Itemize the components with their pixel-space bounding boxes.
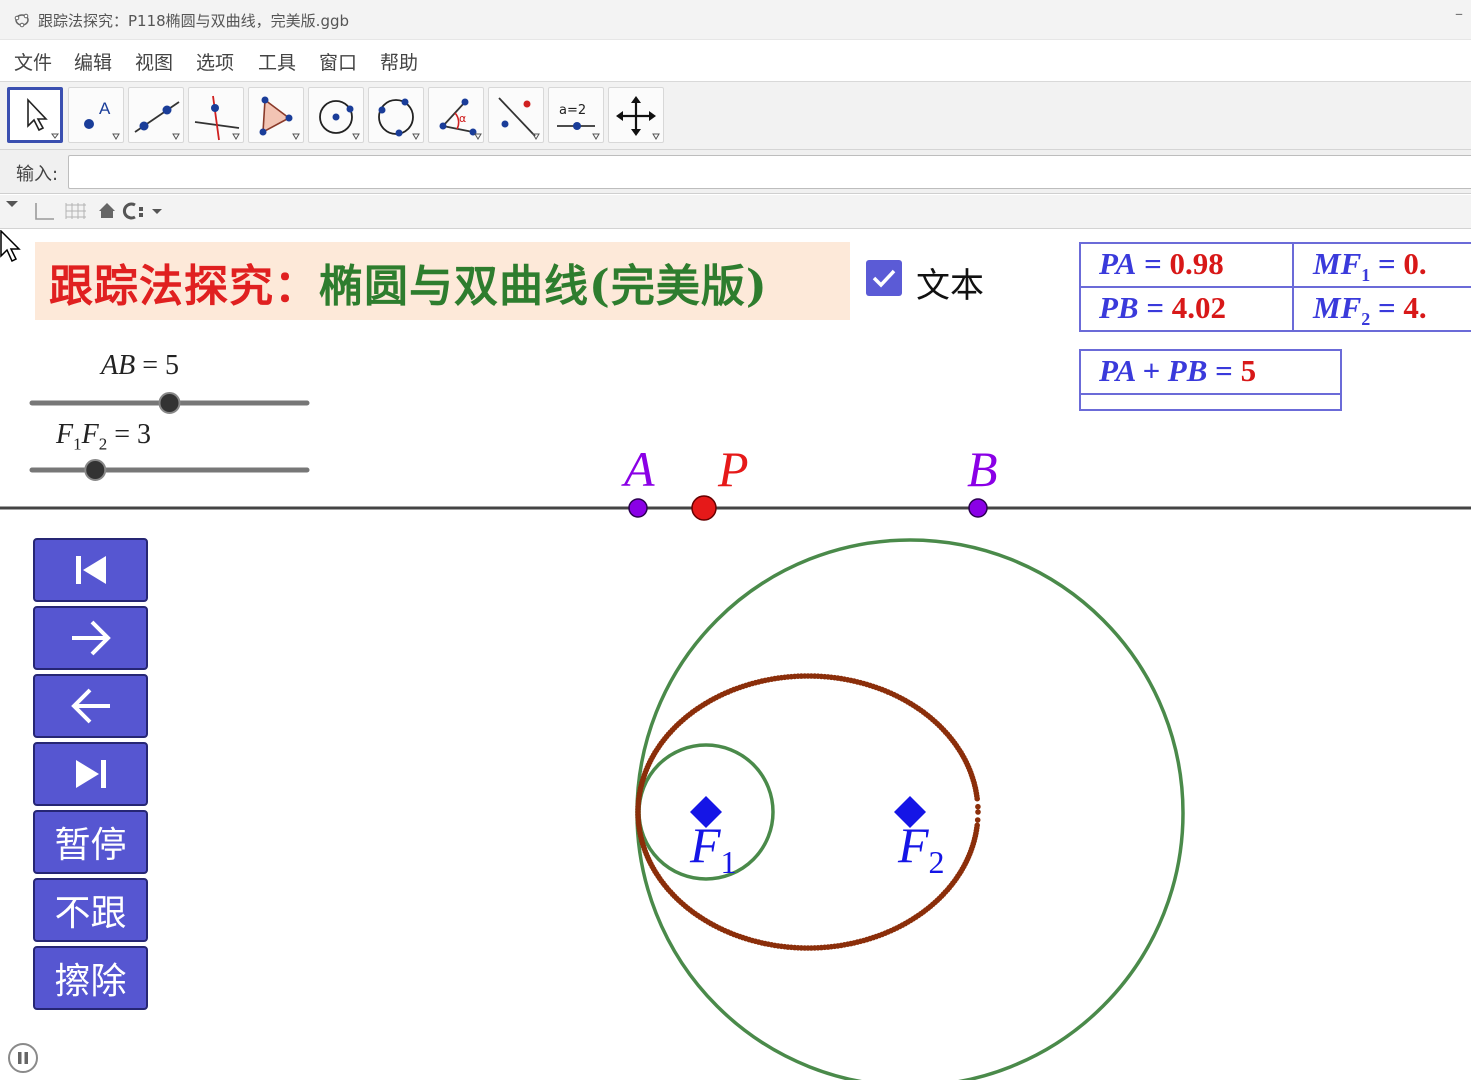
polygon-icon (259, 96, 300, 140)
toolbar: A α a=2 (0, 82, 1471, 150)
skip-to-end-icon (75, 760, 106, 788)
menu-file[interactable]: 文件 (14, 48, 52, 75)
window-title-bar: 跟踪法探究：P118椭圆与双曲线，完美版.ggb – (0, 0, 1471, 40)
point-b[interactable] (968, 498, 988, 518)
animation-pause-button[interactable] (8, 1043, 38, 1073)
stop-trace-button[interactable]: 不跟 (33, 878, 148, 942)
svg-text:a=2: a=2 (559, 103, 586, 118)
input-bar: 输入: (0, 150, 1471, 194)
line-tool[interactable] (128, 87, 184, 143)
menu-tools[interactable]: 工具 (258, 48, 296, 75)
geogebra-app-icon (14, 13, 29, 28)
polygon-tool[interactable] (248, 87, 304, 143)
circle-3pts-tool[interactable] (368, 87, 424, 143)
last-step-button[interactable] (33, 742, 148, 806)
point-a[interactable] (628, 498, 648, 518)
grid-toggle-icon[interactable] (65, 203, 86, 219)
trace-dot (975, 803, 981, 810)
slider-ab-knob[interactable] (158, 392, 181, 414)
first-step-button[interactable] (33, 538, 148, 602)
point-icon: A (84, 99, 120, 140)
angle-icon: α (439, 98, 482, 140)
circle-center-point-icon (319, 100, 360, 140)
step-back-button[interactable] (33, 674, 148, 738)
menu-help[interactable]: 帮助 (380, 48, 418, 75)
reflect-line-icon (498, 97, 540, 140)
move-view-tool[interactable] (608, 87, 664, 143)
slider-f1f2-knob[interactable] (84, 459, 107, 481)
perpendicular-line-icon (194, 95, 240, 141)
focus-f2-label: F2 (898, 817, 945, 880)
menu-view[interactable]: 视图 (135, 48, 173, 75)
menu-options[interactable]: 选项 (196, 48, 234, 75)
svg-text:A: A (99, 99, 111, 118)
trace-dot (974, 817, 981, 823)
home-view-icon[interactable] (99, 203, 115, 218)
step-forward-button[interactable] (33, 606, 148, 670)
erase-trace-button[interactable]: 擦除 (33, 946, 148, 1010)
arrow-right-icon (71, 620, 111, 656)
input-label: 输入: (16, 164, 59, 185)
menu-edit[interactable]: 编辑 (74, 48, 112, 75)
slider-icon: a=2 (557, 103, 600, 140)
geometry-canvas (0, 392, 1471, 1080)
point-p-label: P (718, 441, 749, 497)
point-tool[interactable]: A (68, 87, 124, 143)
slider-tool[interactable]: a=2 (548, 87, 604, 143)
arrow-cursor-icon (27, 97, 59, 139)
circle-tool[interactable] (308, 87, 364, 143)
toggle-style-bar-icon[interactable] (6, 201, 18, 207)
point-a-label: A (624, 441, 655, 497)
trace-dot (974, 795, 980, 802)
ellipse-trace (635, 673, 981, 951)
angle-tool[interactable]: α (428, 87, 484, 143)
point-capture-icon[interactable] (122, 202, 162, 220)
menu-window[interactable]: 窗口 (319, 48, 357, 75)
input-field[interactable] (68, 155, 1471, 189)
perpendicular-tool[interactable] (188, 87, 244, 143)
arrow-left-icon (70, 688, 110, 724)
svg-text:α: α (459, 112, 466, 125)
skip-to-start-icon (75, 556, 106, 584)
graphics-view[interactable]: 跟踪法探究：椭圆与双曲线(完美版) 文本 AB = 5 F1F2 = 3 PA … (0, 230, 1471, 1080)
move-graphics-view-icon (616, 96, 660, 140)
trace-dot (975, 809, 981, 815)
pause-icon (18, 1052, 28, 1064)
mouse-cursor-icon (0, 230, 21, 263)
minimize-button[interactable]: – (1455, 4, 1463, 23)
circle-three-points-icon (378, 98, 420, 140)
move-tool[interactable] (7, 87, 63, 143)
focus-f1-label: F1 (690, 817, 737, 880)
point-b-label: B (967, 441, 998, 497)
line-through-points-icon (134, 101, 180, 140)
graphics-style-bar (0, 195, 1471, 229)
point-p[interactable] (691, 495, 717, 521)
axes-toggle-icon[interactable] (35, 203, 54, 220)
menu-bar: 文件 编辑 视图 选项 工具 窗口 帮助 (0, 40, 1471, 82)
reflect-tool[interactable] (488, 87, 544, 143)
window-title: 跟踪法探究：P118椭圆与双曲线，完美版.ggb (38, 12, 350, 30)
pause-animation-button[interactable]: 暂停 (33, 810, 148, 874)
